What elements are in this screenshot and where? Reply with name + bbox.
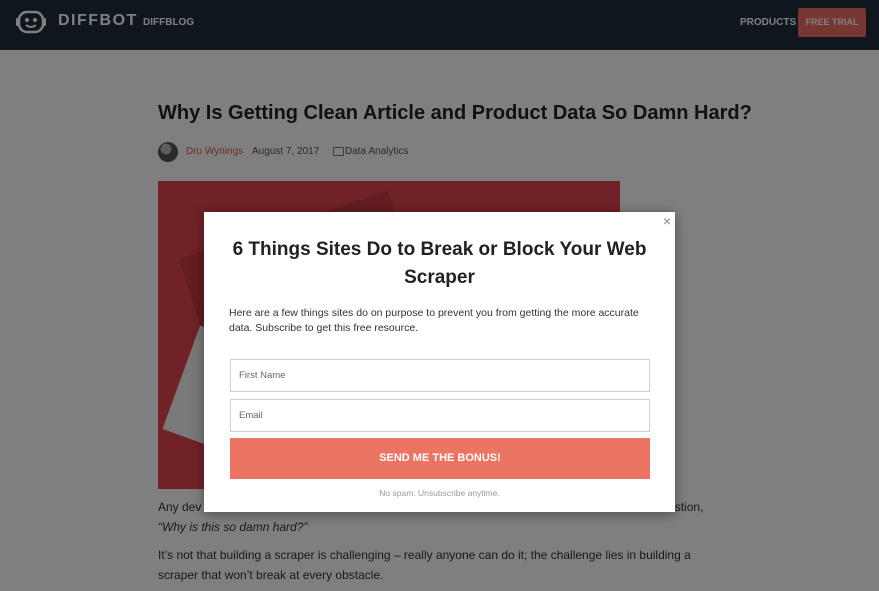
first-name-input[interactable]: First Name <box>230 359 650 392</box>
close-icon[interactable]: × <box>663 214 671 228</box>
modal-title: 6 Things Sites Do to Break or Block Your… <box>232 239 647 288</box>
modal-description: Here are a few things sites do on purpos… <box>229 307 639 334</box>
no-spam-note: No spam. Unsubscribe anytime. <box>379 488 500 498</box>
email-input[interactable]: Email <box>230 399 650 432</box>
subscribe-modal: × 6 Things Sites Do to Break or Block Yo… <box>204 212 675 512</box>
send-bonus-button[interactable]: SEND ME THE BONUS! <box>230 438 650 479</box>
